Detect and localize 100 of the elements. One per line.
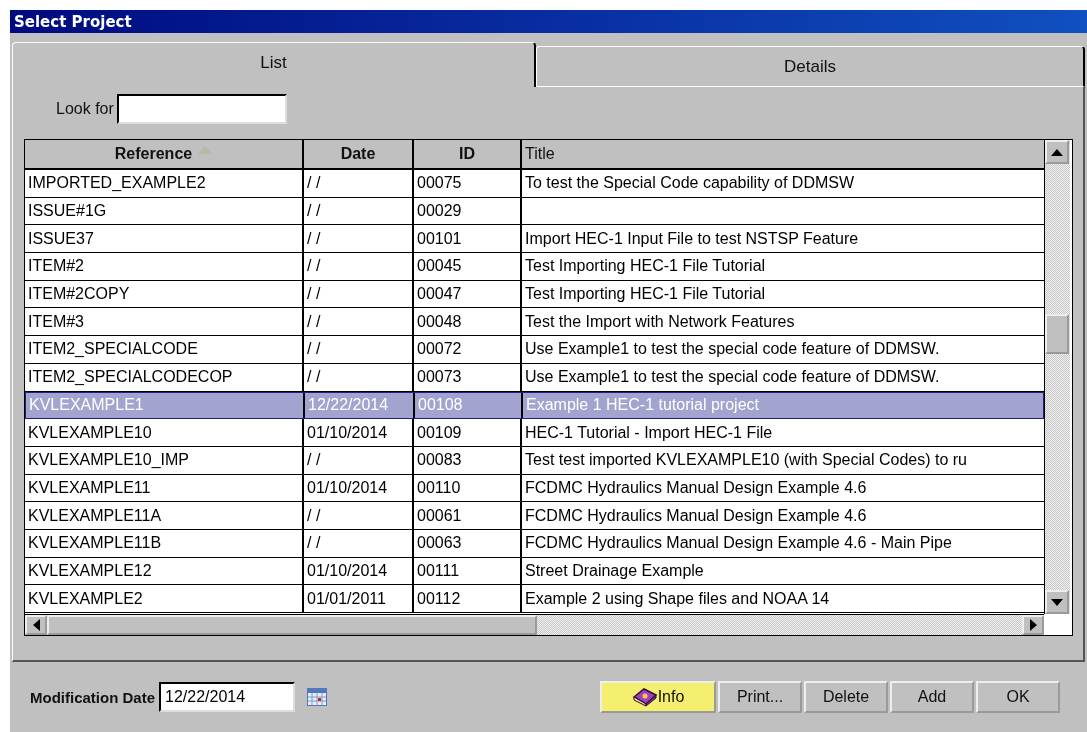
table-cell: 01/10/2014 bbox=[307, 423, 388, 442]
scroll-thumb[interactable] bbox=[47, 615, 537, 635]
table-cell: / / bbox=[307, 368, 321, 387]
table-row[interactable]: ISSUE#1G / / 00029 bbox=[25, 197, 1044, 226]
table-cell: FCDMC Hydraulics Manual Design Example 4.6 bbox=[525, 506, 867, 525]
table-cell: 00048 bbox=[417, 312, 462, 331]
scroll-up-button[interactable] bbox=[1045, 140, 1069, 164]
date-field[interactable]: 12/22/2014 bbox=[159, 682, 295, 712]
table-cell: 00061 bbox=[417, 506, 462, 525]
column-header[interactable]: Date bbox=[304, 140, 414, 168]
dialog-button[interactable]: OK bbox=[976, 681, 1060, 713]
table-cell: 01/10/2014 bbox=[307, 561, 388, 580]
table-row[interactable]: KVLEXAMPLE11 01/10/2014 00110 FCDMC Hydraulics Manual Design Example 4.6 bbox=[25, 474, 1044, 503]
table-cell: KVLEXAMPLE10_IMP bbox=[28, 451, 189, 470]
table-cell: / / bbox=[307, 506, 321, 525]
table-cell: To test the Special Code capability of DDMSW bbox=[525, 174, 855, 193]
table-row[interactable]: KVLEXAMPLE10_IMP / / 00083 Test test imported KVLEXAMPLE10 (with Special Codes) to ru bbox=[25, 446, 1044, 475]
table-row[interactable]: KVLEXAMPLE11B / / 00063 FCDMC Hydraulics Manual Design Example 4.6 - Main Pipe bbox=[25, 529, 1044, 558]
table-cell: KVLEXAMPLE11A bbox=[28, 506, 162, 525]
table-cell: 00075 bbox=[417, 174, 462, 193]
table-cell: 00112 bbox=[417, 589, 461, 608]
table-cell: / / bbox=[307, 340, 321, 359]
table-cell: / / bbox=[307, 451, 321, 470]
table-cell: 01/10/2014 bbox=[307, 478, 388, 497]
table-cell: ISSUE37 bbox=[28, 229, 94, 248]
window-title: Select Project bbox=[14, 12, 132, 31]
table-row[interactable]: ISSUE37 / / 00101 Import HEC-1 Input File to test NSTSP Feature bbox=[25, 225, 1044, 254]
table-row[interactable]: IMPORTED_EXAMPLE2 / / 00075 To test the Special Code capability of DDMSW bbox=[25, 170, 1044, 198]
book-icon bbox=[631, 687, 658, 707]
down-arrow-icon bbox=[1051, 598, 1063, 606]
scroll-right-button[interactable] bbox=[1022, 615, 1044, 635]
table-row[interactable]: KVLEXAMPLE2 01/01/2011 00112 Example 2 using Shape files and NOAA 14 bbox=[25, 585, 1044, 613]
table-row[interactable]: ITEM#3 / / 00048 Test the Import with Network Features bbox=[25, 308, 1044, 337]
table-cell: / / bbox=[307, 534, 321, 553]
table-cell: Example 1 HEC-1 tutorial project bbox=[526, 396, 759, 415]
table-cell: ITEM#2 bbox=[28, 257, 84, 276]
table-row[interactable]: KVLEXAMPLE11A / / 00061 FCDMC Hydraulics Manual Design Example 4.6 bbox=[25, 502, 1044, 530]
search-field[interactable] bbox=[116, 94, 287, 124]
table-row[interactable]: ITEM2_SPECIALCODE / / 00072 Use Example1 to test the special code feature of DDMSW. bbox=[25, 336, 1044, 364]
table-cell: 00063 bbox=[417, 534, 462, 553]
table-cell: / / bbox=[307, 202, 321, 221]
table-cell: FCDMC Hydraulics Manual Design Example 4.6 bbox=[525, 478, 867, 497]
table-cell: / / bbox=[307, 257, 321, 276]
table-cell: ITEM#2COPY bbox=[28, 285, 130, 304]
table-cell: 00110 bbox=[417, 478, 461, 497]
table-cell: 12/22/2014 bbox=[308, 396, 389, 415]
table-row[interactable]: KVLEXAMPLE10 01/10/2014 00109 HEC-1 Tutorial - Import HEC-1 File bbox=[25, 419, 1044, 447]
table-cell: IMPORTED_EXAMPLE2 bbox=[28, 174, 206, 193]
table-cell: / / bbox=[307, 229, 321, 248]
table-cell: 00101 bbox=[417, 229, 462, 248]
table-cell: Test test imported KVLEXAMPLE10 (with Special Codes) to ru bbox=[525, 451, 967, 470]
column-header[interactable]: ID bbox=[414, 140, 522, 168]
table-cell: / / bbox=[307, 312, 321, 331]
column-header[interactable]: Reference bbox=[25, 140, 304, 168]
table-cell: 00072 bbox=[417, 340, 462, 359]
modification-date-label: Modification Date bbox=[30, 688, 155, 706]
horizontal-scrollbar[interactable] bbox=[25, 614, 1044, 635]
table-cell: Use Example1 to test the special code feature of DDMSW. bbox=[525, 340, 940, 359]
left-arrow-icon bbox=[32, 619, 40, 631]
column-header[interactable]: Title bbox=[522, 140, 1044, 168]
table-cell: Example 2 using Shape files and NOAA 14 bbox=[525, 589, 830, 608]
vertical-scrollbar[interactable] bbox=[1044, 140, 1070, 614]
table-cell: Test the Import with Network Features bbox=[525, 312, 795, 331]
table-cell: 01/01/2011 bbox=[307, 589, 386, 608]
table-cell: ITEM#3 bbox=[28, 312, 84, 331]
table-cell: Street Drainage Example bbox=[525, 561, 704, 580]
table-row[interactable]: ITEM#2 / / 00045 Test Importing HEC-1 File Tutorial bbox=[25, 253, 1044, 281]
dialog-button[interactable]: Info bbox=[600, 681, 716, 713]
sort-ascending-icon bbox=[198, 146, 213, 154]
table-cell: 00108 bbox=[418, 396, 463, 415]
table-cell: KVLEXAMPLE11 bbox=[28, 478, 151, 497]
table-cell: ITEM2_SPECIALCODECOP bbox=[28, 368, 233, 387]
dialog-button[interactable]: Delete bbox=[804, 681, 888, 713]
right-arrow-icon bbox=[1029, 619, 1037, 631]
dialog-button[interactable]: Add bbox=[890, 681, 974, 713]
table-cell: 00083 bbox=[417, 451, 462, 470]
table-cell: 00047 bbox=[417, 285, 462, 304]
scroll-thumb[interactable] bbox=[1045, 314, 1069, 354]
table-cell: KVLEXAMPLE12 bbox=[28, 561, 152, 580]
calendar-icon[interactable] bbox=[307, 688, 327, 706]
table-row[interactable]: ITEM#2COPY / / 00047 Test Importing HEC-1 File Tutorial bbox=[25, 280, 1044, 309]
table-cell: ISSUE#1G bbox=[28, 202, 107, 221]
table-cell: Test Importing HEC-1 File Tutorial bbox=[525, 257, 766, 276]
table-cell: HEC-1 Tutorial - Import HEC-1 File bbox=[525, 423, 773, 442]
tab[interactable]: List bbox=[12, 42, 536, 87]
table-row[interactable]: ITEM2_SPECIALCODECOP / / 00073 Use Example1 to test the special code feature of DDMSW. bbox=[25, 363, 1044, 392]
table-cell: 00029 bbox=[417, 202, 462, 221]
tab[interactable]: Details bbox=[536, 46, 1085, 87]
look-for-label: Look for bbox=[56, 100, 114, 118]
up-arrow-icon bbox=[1051, 148, 1063, 156]
table-cell: Use Example1 to test the special code feature of DDMSW. bbox=[525, 368, 940, 387]
table-cell: FCDMC Hydraulics Manual Design Example 4.6 - Main Pipe bbox=[525, 534, 952, 553]
dialog-button[interactable]: Print... bbox=[718, 681, 802, 713]
table-cell: Test Importing HEC-1 File Tutorial bbox=[525, 285, 766, 304]
scroll-down-button[interactable] bbox=[1045, 590, 1069, 614]
scroll-left-button[interactable] bbox=[25, 615, 47, 635]
table-cell: KVLEXAMPLE10 bbox=[28, 423, 152, 442]
table-cell: 00045 bbox=[417, 257, 462, 276]
table-cell: 00073 bbox=[417, 368, 462, 387]
table-row[interactable]: KVLEXAMPLE12 01/10/2014 00111 Street Drainage Example bbox=[25, 557, 1044, 586]
